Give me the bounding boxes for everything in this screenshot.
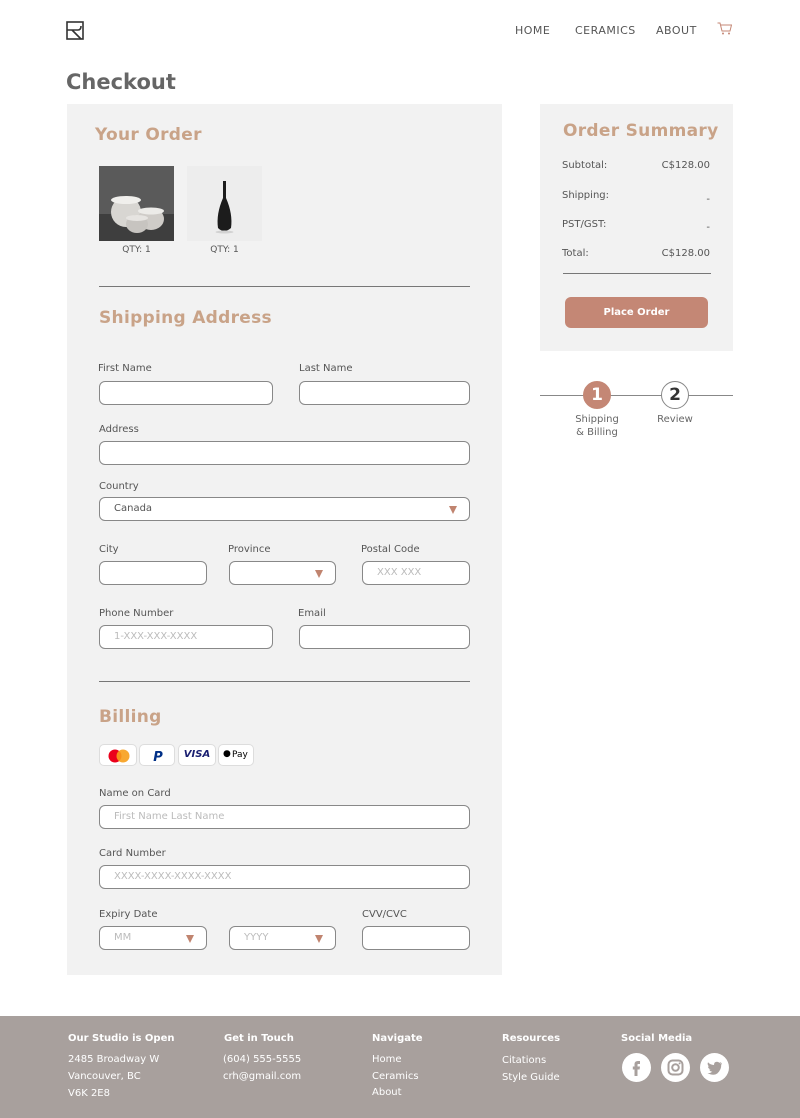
dropdown-arrow-icon	[315, 935, 323, 943]
footer-resources-title: Resources	[502, 1033, 561, 1044]
page-title: Checkout	[66, 70, 176, 94]
progress-line	[540, 395, 733, 396]
shipping-address-title: Shipping Address	[99, 308, 272, 328]
shipping-label: Shipping:	[562, 190, 609, 201]
billing-title: Billing	[99, 707, 162, 727]
total-value: C$128.00	[661, 248, 710, 259]
year-placeholder: YYYY	[244, 932, 269, 943]
dropdown-arrow-icon	[449, 506, 457, 514]
first-name-label: First Name	[98, 363, 152, 374]
footer-studio-title: Our Studio is Open	[68, 1033, 175, 1044]
name-on-card-label: Name on Card	[99, 788, 171, 799]
postal-code-label: Postal Code	[361, 544, 420, 555]
dropdown-arrow-icon	[186, 935, 194, 943]
footer-address-line: V6K 2E8	[68, 1088, 110, 1099]
step-1-label-line1: Shipping	[575, 414, 619, 425]
logo-icon[interactable]	[66, 21, 84, 40]
apple-glyph-icon: ●	[223, 749, 231, 759]
apple-pay-icon[interactable]: ● Pay	[218, 744, 254, 766]
tax-label: PST/GST:	[562, 219, 607, 230]
month-placeholder: MM	[114, 932, 132, 943]
footer-email[interactable]: crh@gmail.com	[223, 1068, 301, 1085]
svg-text:P: P	[153, 750, 163, 765]
total-label: Total:	[562, 248, 589, 259]
divider	[99, 286, 470, 287]
email-label: Email	[298, 608, 326, 619]
country-label: Country	[99, 481, 139, 492]
divider	[563, 273, 711, 274]
facebook-icon[interactable]	[622, 1053, 651, 1082]
step-2-label: Review	[657, 414, 693, 425]
footer-address-line: Vancouver, BC	[68, 1071, 141, 1082]
postal-code-field[interactable]: XXX XXX	[362, 561, 470, 585]
footer-contact-title: Get in Touch	[224, 1033, 294, 1044]
footer-link-citations[interactable]: Citations	[502, 1052, 560, 1069]
country-value: Canada	[114, 503, 153, 514]
city-label: City	[99, 544, 119, 555]
divider	[99, 681, 470, 682]
email-field[interactable]	[299, 625, 470, 649]
item-qty: QTY: 1	[122, 245, 151, 255]
order-summary-title: Order Summary	[563, 121, 719, 141]
footer-resources-links: Citations Style Guide	[502, 1052, 560, 1086]
card-number-label: Card Number	[99, 848, 166, 859]
expiry-month-select[interactable]: MM	[99, 926, 207, 950]
visa-label: VISA	[183, 749, 211, 760]
country-select[interactable]: Canada	[99, 497, 470, 521]
subtotal-value: C$128.00	[661, 160, 710, 171]
instagram-icon[interactable]	[661, 1053, 690, 1082]
footer-navigate-title: Navigate	[372, 1033, 423, 1044]
step-2-circle[interactable]: 2	[661, 381, 689, 409]
step-1-circle[interactable]: 1	[583, 381, 611, 409]
footer-link-style-guide[interactable]: Style Guide	[502, 1069, 560, 1086]
footer-social-title: Social Media	[621, 1033, 693, 1044]
footer-address-line: 2485 Broadway W	[68, 1054, 160, 1065]
nav-ceramics[interactable]: CERAMICS	[575, 24, 636, 37]
step-1-label-line2: & Billing	[576, 427, 618, 438]
product-image-cups[interactable]	[99, 166, 174, 241]
item-qty: QTY: 1	[210, 245, 239, 255]
expiry-date-label: Expiry Date	[99, 909, 158, 920]
tax-value: -	[706, 222, 710, 233]
place-order-button[interactable]: Place Order	[565, 297, 708, 328]
apple-pay-label: Pay	[232, 750, 248, 760]
province-label: Province	[228, 544, 271, 555]
last-name-field[interactable]	[299, 381, 470, 405]
footer-contact: (604) 555-5555 crh@gmail.com	[223, 1051, 301, 1085]
subtotal-label: Subtotal:	[562, 160, 608, 171]
shipping-value: -	[706, 194, 710, 205]
phone-label: Phone Number	[99, 608, 174, 619]
step-1-label: Shipping & Billing	[566, 413, 628, 439]
your-order-title: Your Order	[95, 125, 202, 145]
province-select[interactable]	[229, 561, 336, 585]
address-label: Address	[99, 424, 139, 435]
footer-address: 2485 Broadway W Vancouver, BC V6K 2E8	[68, 1051, 159, 1102]
footer-link-home[interactable]: Home	[372, 1052, 419, 1069]
nav-about[interactable]: ABOUT	[656, 24, 697, 37]
footer-phone[interactable]: (604) 555-5555	[223, 1051, 301, 1068]
footer-link-ceramics[interactable]: Ceramics	[372, 1069, 419, 1086]
paypal-icon[interactable]: P	[139, 744, 175, 766]
cart-icon[interactable]	[717, 22, 732, 35]
address-field[interactable]	[99, 441, 470, 465]
twitter-icon[interactable]	[700, 1053, 729, 1082]
mastercard-icon[interactable]	[99, 744, 137, 766]
name-on-card-field[interactable]: First Name Last Name	[99, 805, 470, 829]
city-field[interactable]	[99, 561, 207, 585]
visa-icon[interactable]: VISA	[178, 744, 216, 766]
footer-link-about[interactable]: About	[372, 1085, 419, 1102]
nav-home[interactable]: HOME	[515, 24, 550, 37]
product-image-vase[interactable]	[187, 166, 262, 241]
cvv-field[interactable]	[362, 926, 470, 950]
dropdown-arrow-icon	[315, 570, 323, 578]
card-number-field[interactable]: XXXX-XXXX-XXXX-XXXX	[99, 865, 470, 889]
cvv-label: CVV/CVC	[362, 909, 407, 920]
last-name-label: Last Name	[299, 363, 353, 374]
first-name-field[interactable]	[99, 381, 273, 405]
footer-navigate-links: Home Ceramics About	[372, 1052, 419, 1102]
phone-field[interactable]: 1-XXX-XXX-XXXX	[99, 625, 273, 649]
expiry-year-select[interactable]: YYYY	[229, 926, 336, 950]
